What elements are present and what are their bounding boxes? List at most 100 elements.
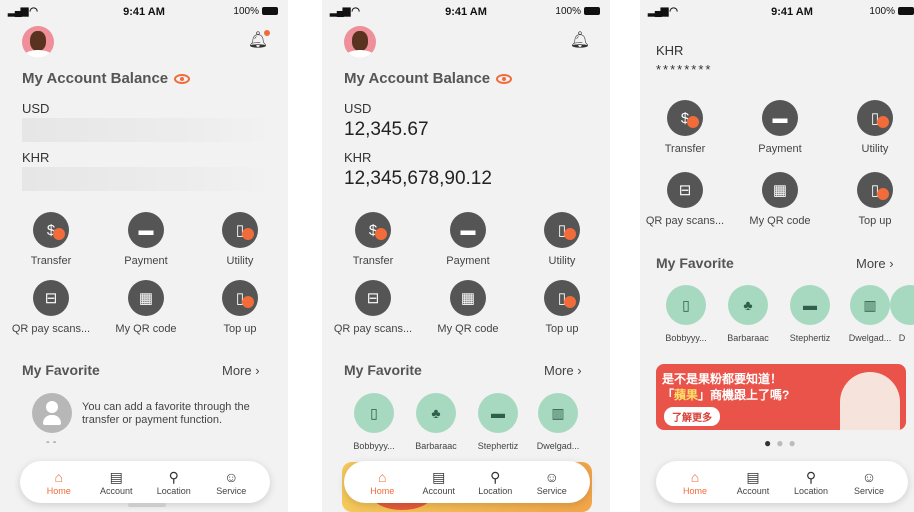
- service-qr-pay[interactable]: ⊟ QR pay scans...: [645, 172, 725, 227]
- tab-home[interactable]: ⌂ Home: [354, 468, 410, 496]
- service-my-qr[interactable]: ▦ My QR code: [106, 280, 186, 335]
- utility-icon: ▯: [222, 212, 258, 248]
- utility-icon: ▯: [857, 100, 893, 136]
- qr-scan-icon: ⊟: [33, 280, 69, 316]
- card-icon: ▬: [478, 393, 518, 433]
- favorite-item[interactable]: ♣ Barbaraac: [718, 285, 778, 343]
- service-payment[interactable]: ▬ Payment: [428, 212, 508, 267]
- favorite-item[interactable]: ♣ Barbaraac: [406, 393, 466, 451]
- wallet-icon: ▬: [762, 100, 798, 136]
- avatar[interactable]: [22, 26, 54, 58]
- service-top-up[interactable]: ▯ Top up: [522, 280, 602, 335]
- service-transfer[interactable]: $ Transfer: [11, 212, 91, 267]
- service-payment[interactable]: ▬ Payment: [740, 100, 820, 155]
- service-utility[interactable]: ▯ Utility: [522, 212, 602, 267]
- favorite-item[interactable]: ▬ Stephertiz: [780, 285, 840, 343]
- service-my-qr[interactable]: ▦ My QR code: [428, 280, 508, 335]
- banner-headline: 是不是果粉都要知道！: [662, 372, 783, 386]
- empty-favorite-avatar: [32, 393, 72, 433]
- service-my-qr[interactable]: ▦ My QR code: [740, 172, 820, 227]
- tab-account[interactable]: ▤ Account: [411, 468, 467, 496]
- tab-location[interactable]: ⚲ Location: [783, 468, 839, 496]
- notification-dot: [264, 30, 270, 36]
- favorite-title: My Favorite: [344, 362, 422, 378]
- account-icon: ▤: [109, 469, 123, 485]
- usd-label: USD: [344, 101, 372, 116]
- usd-value: 12,345.67: [344, 119, 429, 140]
- service-utility[interactable]: ▯ Utility: [835, 100, 914, 155]
- home-icon: ⌂: [690, 469, 700, 485]
- home-icon: ⌂: [54, 469, 63, 485]
- favorite-item[interactable]: ▯ Bobbyyy...: [656, 285, 716, 343]
- screen-scrolled: ▂▄▆ ◠ 9:41 AM 100% KHR ******** $ Transfe…: [640, 0, 914, 512]
- status-bar: ▂▄▆ ◠ 9:41 AM 100%: [322, 0, 610, 22]
- tab-service[interactable]: ☺ Service: [203, 468, 259, 496]
- topup-icon: ▯: [222, 280, 258, 316]
- notification-bell-icon[interactable]: 🔔︎: [248, 30, 270, 50]
- service-top-up[interactable]: ▯ Top up: [200, 280, 280, 335]
- tab-account[interactable]: ▤ Account: [88, 468, 144, 496]
- battery-icon: [262, 7, 278, 16]
- building-icon: ▥: [538, 393, 578, 433]
- transfer-icon: $: [33, 212, 69, 248]
- battery-icon: [584, 7, 600, 16]
- more-link[interactable]: More ›: [544, 363, 582, 378]
- chevron-right-icon: ›: [577, 363, 582, 378]
- location-icon: ⚲: [168, 469, 179, 485]
- promo-banner[interactable]: 是不是果粉都要知道！ 「蘋果」商機跟上了嗎? 了解更多: [656, 364, 906, 430]
- carousel-dots[interactable]: ●●●: [764, 436, 801, 450]
- chevron-right-icon: ›: [255, 363, 260, 378]
- topup-icon: ▯: [857, 172, 893, 208]
- qr-code-icon: ▦: [762, 172, 798, 208]
- khr-label: KHR: [656, 43, 684, 58]
- utility-icon: ▯: [544, 212, 580, 248]
- wallet-icon: ▬: [128, 212, 164, 248]
- service-utility[interactable]: ▯ Utility: [200, 212, 280, 267]
- more-link[interactable]: More ›: [856, 256, 894, 271]
- favorite-item[interactable]: ▥ Dwelgad...: [528, 393, 588, 451]
- tab-location[interactable]: ⚲ Location: [467, 468, 523, 496]
- eye-icon[interactable]: [496, 74, 513, 85]
- favorite-item[interactable]: ▬ Stephertiz: [468, 393, 528, 451]
- phone-icon: ▯: [354, 393, 394, 433]
- home-indicator: [128, 503, 166, 507]
- location-icon: ⚲: [490, 469, 501, 485]
- more-link[interactable]: More ›: [222, 363, 260, 378]
- wallet-icon: ▬: [450, 212, 486, 248]
- khr-label: KHR: [344, 150, 372, 165]
- banner-illustration: [840, 372, 900, 430]
- avatar[interactable]: [344, 26, 376, 58]
- khr-label: KHR: [22, 150, 50, 165]
- battery-indicator: 100%: [555, 6, 600, 17]
- tab-home[interactable]: ⌂ Home: [31, 468, 87, 496]
- topup-icon: ▯: [544, 280, 580, 316]
- bottom-tab-bar: ⌂ Home ▤ Account ⚲ Location ☺ Service: [20, 461, 270, 503]
- service-qr-pay[interactable]: ⊟ QR pay scans...: [333, 280, 413, 335]
- service-top-up[interactable]: ▯ Top up: [835, 172, 914, 227]
- phone-icon: ▯: [666, 285, 706, 325]
- qr-code-icon: ▦: [128, 280, 164, 316]
- tab-location[interactable]: ⚲ Location: [146, 468, 202, 496]
- service-transfer[interactable]: $ Transfer: [333, 212, 413, 267]
- tab-home[interactable]: ⌂ Home: [667, 468, 723, 496]
- eye-icon[interactable]: [174, 74, 191, 85]
- battery-icon: [898, 7, 914, 16]
- khr-value: 12,345,678,90.12: [344, 168, 492, 189]
- favorite-title: My Favorite: [656, 255, 734, 271]
- service-transfer[interactable]: $ Transfer: [645, 100, 725, 155]
- tree-icon: ♣: [416, 393, 456, 433]
- service-icon: ☺: [224, 469, 239, 485]
- tab-service[interactable]: ☺ Service: [841, 468, 897, 496]
- screen-balance-hidden: ▂▄▆ ◠ 9:41 AM 100% 🔔︎ My Account Balance…: [0, 0, 288, 512]
- tab-service[interactable]: ☺ Service: [524, 468, 580, 496]
- favorite-item[interactable]: ▯ Bobbyyy...: [344, 393, 404, 451]
- transfer-icon: $: [355, 212, 391, 248]
- tab-account[interactable]: ▤ Account: [725, 468, 781, 496]
- banner-cta-button[interactable]: 了解更多: [664, 407, 720, 426]
- service-payment[interactable]: ▬ Payment: [106, 212, 186, 267]
- battery-indicator: 100%: [233, 6, 278, 17]
- service-qr-pay[interactable]: ⊟ QR pay scans...: [11, 280, 91, 335]
- favorite-item[interactable]: D: [890, 285, 914, 343]
- notification-bell-icon[interactable]: 🔔︎: [570, 30, 590, 50]
- account-icon: ▤: [432, 469, 446, 485]
